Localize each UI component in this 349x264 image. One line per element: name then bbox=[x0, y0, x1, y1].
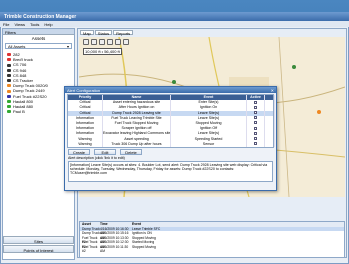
tab-map[interactable]: Map bbox=[80, 30, 94, 36]
dialog-buttons: Create Edit Delete bbox=[68, 148, 273, 155]
row-spacer bbox=[265, 141, 275, 147]
active-checkbox[interactable] bbox=[254, 137, 257, 141]
points-of-interest-button[interactable]: Points of Interest bbox=[3, 245, 74, 253]
truck-icon bbox=[7, 63, 11, 67]
events-rows: Dump Truck 4/16/2009 10:16:30 AM Leave Tri… bbox=[80, 226, 344, 253]
truck-icon bbox=[7, 99, 11, 103]
truck-icon bbox=[7, 79, 11, 83]
truck-icon bbox=[7, 73, 11, 77]
truck-icon bbox=[7, 68, 11, 72]
active-checkbox[interactable] bbox=[254, 100, 257, 104]
window-title: Trimble Construction Manager bbox=[0, 12, 349, 21]
event-time-cell: 4/16/2009 10:11:30 AM bbox=[100, 244, 129, 254]
truck-icon bbox=[7, 58, 11, 62]
active-checkbox[interactable] bbox=[254, 105, 257, 109]
truck-icon bbox=[7, 53, 11, 57]
active-checkbox[interactable] bbox=[254, 116, 257, 120]
alert-event-cell: Sensor bbox=[171, 141, 247, 147]
pan-icon[interactable] bbox=[99, 39, 105, 45]
asset-filter-value: All Assets bbox=[8, 44, 26, 49]
truck-icon bbox=[7, 110, 11, 114]
chevron-down-icon[interactable]: ▾ bbox=[67, 44, 69, 49]
asset-tree-item[interactable]: Paul B bbox=[7, 109, 70, 114]
alerts-rows: Critical Asset entering hazardous site Ent… bbox=[68, 100, 275, 147]
event-event-cell: Stopped Moving bbox=[132, 244, 156, 249]
map-toolbar bbox=[83, 39, 129, 45]
menu-bar: File Views Tools Help bbox=[0, 21, 349, 27]
tab-status[interactable]: Status bbox=[94, 30, 113, 36]
tab-strip: Map Status Reports bbox=[78, 29, 346, 36]
coordinate-readout: 10,000 ft • 56,400 ft bbox=[83, 48, 122, 55]
menu-item-file[interactable]: File bbox=[3, 22, 9, 27]
event-row[interactable]: Fuel Truck #2 4/16/2009 10:11:30 AM Stoppe… bbox=[80, 245, 344, 253]
delete-button[interactable]: Delete bbox=[120, 148, 142, 155]
active-checkbox[interactable] bbox=[254, 111, 257, 115]
asset-filter-select[interactable]: All Assets ▾ bbox=[5, 43, 72, 49]
measure-icon[interactable] bbox=[115, 39, 121, 45]
zoom-in-icon[interactable] bbox=[83, 39, 89, 45]
description-text[interactable]: [Information] Leave Site(s) occurs at si… bbox=[68, 160, 273, 182]
events-panel: Asset Time Event Dump Truck 4/16/2009 10:… bbox=[79, 221, 345, 258]
alert-configuration-dialog: Alert Configuration ✕ Priority Name Even… bbox=[64, 86, 277, 191]
active-checkbox[interactable] bbox=[254, 131, 257, 135]
menu-item-views[interactable]: Views bbox=[14, 22, 25, 27]
edit-button[interactable]: Edit bbox=[94, 148, 116, 155]
sites-button[interactable]: Sites bbox=[3, 236, 74, 244]
menu-item-help[interactable]: Help bbox=[44, 22, 52, 27]
active-checkbox[interactable] bbox=[254, 121, 257, 125]
alert-priority-cell: Warning bbox=[68, 141, 103, 147]
alert-name-cell: Truck 306 Dump Up after hours bbox=[103, 141, 171, 147]
truck-icon bbox=[7, 84, 11, 88]
dialog-titlebar: Alert Configuration ✕ bbox=[65, 87, 276, 93]
asset-tree-label: Paul B bbox=[13, 109, 25, 115]
active-checkbox[interactable] bbox=[254, 126, 257, 130]
dialog-title: Alert Configuration bbox=[67, 88, 101, 93]
truck-icon bbox=[7, 89, 11, 93]
truck-icon bbox=[7, 94, 11, 98]
assets-title: Assets bbox=[31, 36, 46, 41]
alerts-grid: Priority Name Event Active Critical Asset… bbox=[67, 94, 275, 148]
zoom-out-icon[interactable] bbox=[91, 39, 97, 45]
active-checkbox[interactable] bbox=[254, 142, 257, 146]
create-button[interactable]: Create bbox=[68, 148, 90, 155]
close-icon[interactable]: ✕ bbox=[271, 88, 274, 93]
active-checkbox-cell bbox=[247, 141, 265, 147]
truck-icon bbox=[7, 105, 11, 109]
tab-reports[interactable]: Reports bbox=[113, 30, 134, 36]
select-icon[interactable] bbox=[107, 39, 113, 45]
refresh-icon[interactable] bbox=[123, 39, 129, 45]
alert-row[interactable]: Warning Truck 306 Dump Up after hours Sens… bbox=[68, 141, 275, 147]
event-asset-cell: Fuel Truck #2 bbox=[82, 244, 98, 254]
description-label: Alert description (click 'link it to edi… bbox=[68, 155, 125, 160]
menu-item-tools[interactable]: Tools bbox=[30, 22, 39, 27]
